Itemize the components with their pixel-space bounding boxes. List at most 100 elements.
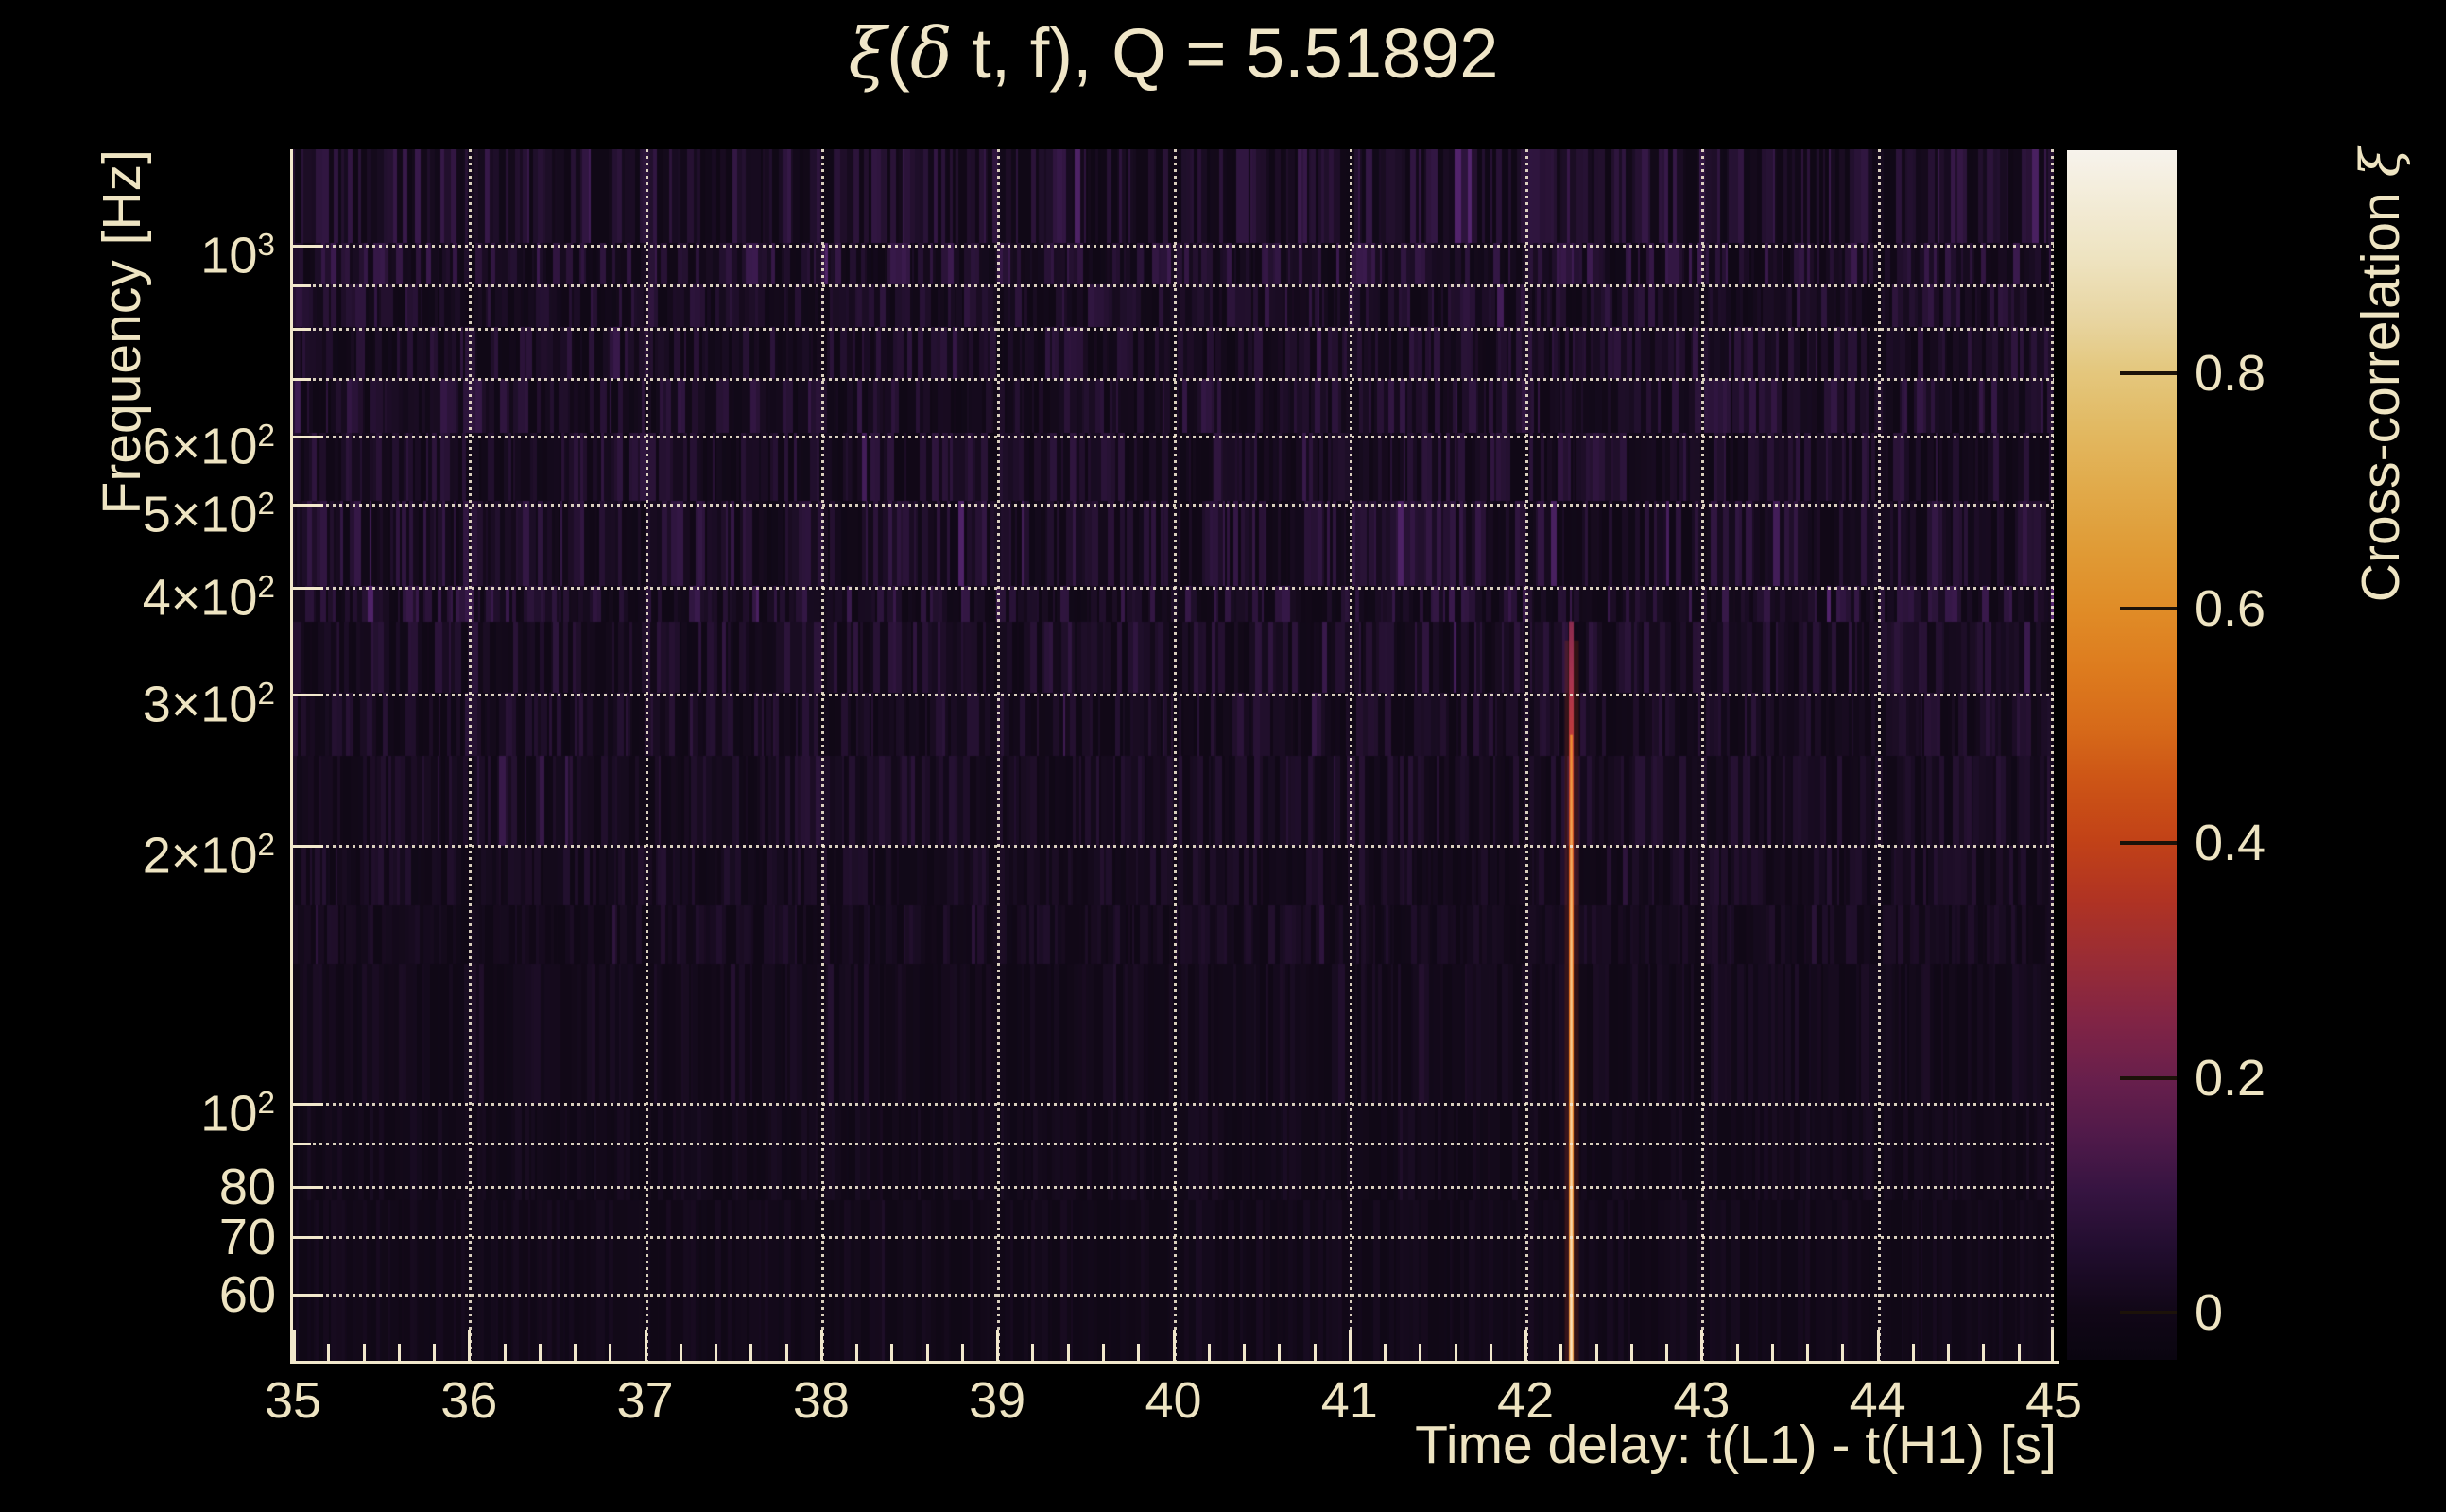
v-gridline [2051,149,2054,1361]
x-minor-tick [1101,1344,1105,1361]
x-minor-tick [433,1344,437,1361]
x-minor-tick [1419,1344,1422,1361]
x-minor-tick [503,1344,507,1361]
v-gridline [469,149,473,1361]
title-segment: Cross-correlation [2351,177,2411,603]
x-minor-tick [890,1344,894,1361]
x-major-tick [1876,1330,1880,1361]
x-minor-tick [1629,1344,1633,1361]
x-major-tick [1524,1330,1528,1361]
colorbar-tick [2120,841,2177,846]
title-segment: δ [909,13,953,94]
x-minor-tick [574,1344,577,1361]
x-tick-label: 36 [440,1372,498,1429]
x-minor-tick [960,1344,964,1361]
y-tick-label: 5×102 [142,485,276,542]
x-major-tick [468,1330,472,1361]
colorbar-tick-label: 0.6 [2195,579,2266,637]
y-axis-line [290,149,293,1364]
x-minor-tick [1665,1344,1669,1361]
x-minor-tick [1278,1344,1282,1361]
x-tick-label: 38 [792,1372,850,1429]
x-minor-tick [1770,1344,1774,1361]
v-gridline [1701,149,1705,1361]
x-minor-tick [784,1344,788,1361]
x-minor-tick [1137,1344,1141,1361]
x-minor-tick [1066,1344,1070,1361]
x-axis-line [290,1361,2059,1364]
y-minor-tick [293,328,311,332]
x-minor-tick [925,1344,929,1361]
x-minor-tick [327,1344,331,1361]
x-tick-label: 37 [616,1372,674,1429]
x-minor-tick [1243,1344,1247,1361]
y-major-tick [293,1235,323,1239]
y-major-tick [293,435,323,438]
colorbar-tick [2120,371,2177,376]
y-tick-label: 4×102 [142,568,276,626]
x-tick-label: 39 [969,1372,1026,1429]
y-major-tick [293,245,323,249]
x-axis-title: Time delay: t(L1) - t(H1) [s] [1415,1415,2057,1475]
colorbar-tick-label: 0.8 [2195,345,2266,403]
x-major-tick [2051,1330,2054,1361]
x-minor-tick [715,1344,718,1361]
x-major-tick [644,1330,647,1361]
x-minor-tick [1489,1344,1492,1361]
x-minor-tick [609,1344,612,1361]
colorbar-tick-label: 0 [2195,1284,2224,1342]
x-minor-tick [1454,1344,1457,1361]
x-minor-tick [1207,1344,1211,1361]
x-minor-tick [1313,1344,1317,1361]
x-minor-tick [1031,1344,1035,1361]
x-minor-tick [1982,1344,1986,1361]
x-minor-tick [1735,1344,1739,1361]
figure-root: ξ(δ t, f), Q = 5.51892 Frequency [Hz] 10… [0,0,2446,1512]
x-minor-tick [397,1344,401,1361]
x-minor-tick [2017,1344,2021,1361]
v-gridline [645,149,648,1361]
x-tick-label: 41 [1320,1372,1378,1429]
colorbar-title: Cross-correlation ξ [2350,147,2412,602]
x-tick-label: 40 [1145,1372,1202,1429]
x-major-tick [1348,1330,1352,1361]
x-minor-tick [855,1344,859,1361]
y-major-tick [293,1293,323,1297]
v-gridline [1525,149,1529,1361]
v-gridline [997,149,1001,1361]
x-major-tick [996,1330,1000,1361]
title-segment: t, f), Q = 5.51892 [952,14,1499,93]
chart-title: ξ(δ t, f), Q = 5.51892 [293,13,2054,94]
v-gridline [1173,149,1177,1361]
y-major-tick [293,503,323,507]
x-minor-tick [749,1344,753,1361]
colorbar-tick [2120,1075,2177,1080]
y-tick-label: 6×102 [142,418,276,475]
v-gridline [1877,149,1881,1361]
x-minor-tick [1594,1344,1598,1361]
x-minor-tick [1384,1344,1387,1361]
colorbar-gradient [2067,150,2177,1360]
y-tick-label: 2×102 [142,827,276,885]
title-segment: ( [887,14,910,93]
x-minor-tick [538,1344,542,1361]
x-minor-tick [1911,1344,1915,1361]
y-tick-label: 60 [218,1265,276,1323]
y-major-tick [293,1186,323,1190]
y-tick-label: 103 [200,227,276,284]
y-minor-tick [293,377,311,381]
y-minor-tick [293,284,311,287]
x-minor-tick [1841,1344,1845,1361]
x-minor-tick [1806,1344,1810,1361]
x-minor-tick [362,1344,366,1361]
y-major-tick [293,1103,323,1107]
heatmap-plot-area [293,149,2054,1361]
x-minor-tick [1559,1344,1563,1361]
x-major-tick [1172,1330,1176,1361]
title-segment: ξ [848,13,887,94]
x-minor-tick [1947,1344,1951,1361]
y-tick-label: 70 [218,1208,276,1265]
x-tick-label: 35 [264,1372,322,1429]
x-major-tick [293,1330,296,1361]
x-minor-tick [679,1344,682,1361]
